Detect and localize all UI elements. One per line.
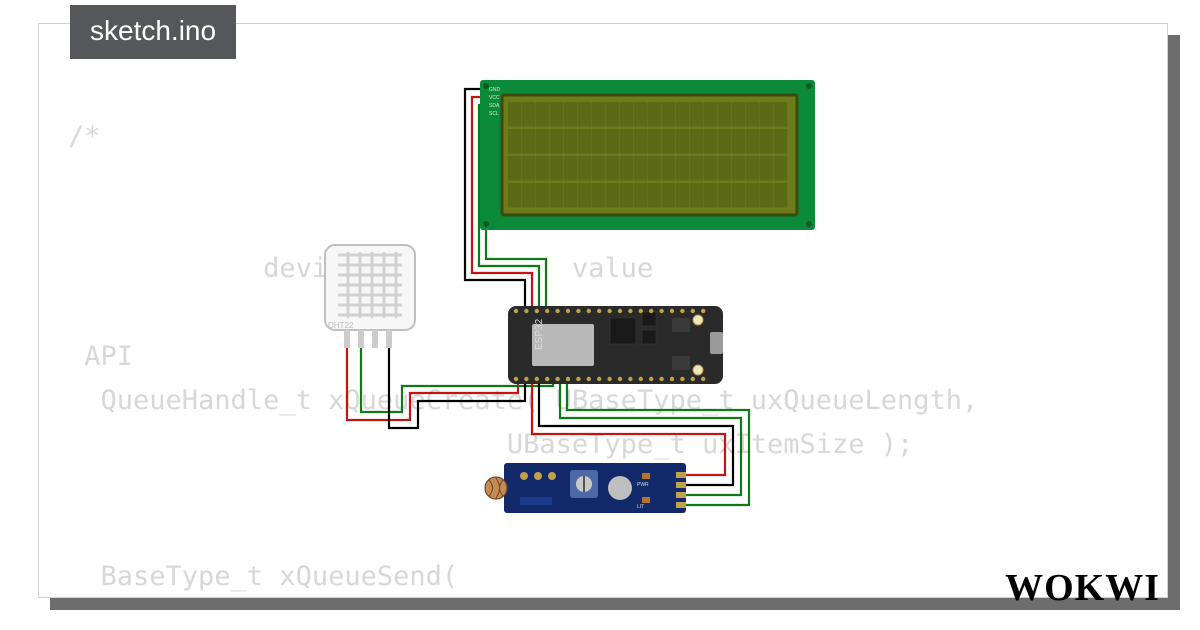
wokwi-logo-text: WOKWI — [1005, 567, 1160, 609]
esp32-board[interactable]: ESP32 — [508, 306, 723, 384]
wokwi-logo: WOKWI — [1005, 566, 1160, 610]
esp32-label: ESP32 — [534, 318, 545, 350]
wire-dht-vcc — [347, 345, 518, 420]
ldr-led-pwr-label: PWR — [637, 482, 649, 488]
dht22-label: DHT22 — [328, 321, 354, 330]
lcd-pin-vcc-label: VCC — [489, 95, 500, 101]
ldr-module[interactable]: PWR LIT — [485, 463, 686, 513]
circuit-diagram: GND VCC SDA SCL DHT22 — [280, 70, 960, 530]
ldr-led-lit-label: LIT — [637, 504, 644, 510]
lcd-module[interactable]: GND VCC SDA SCL — [480, 80, 815, 230]
lcd-pin-sda-label: SDA — [489, 103, 500, 109]
lcd-pin-gnd-label: GND — [489, 87, 501, 93]
file-tab[interactable]: sketch.ino — [70, 5, 236, 59]
lcd-pin-scl-label: SCL — [489, 111, 499, 117]
dht22-sensor[interactable]: DHT22 — [325, 245, 415, 348]
file-tab-label: sketch.ino — [90, 15, 216, 46]
